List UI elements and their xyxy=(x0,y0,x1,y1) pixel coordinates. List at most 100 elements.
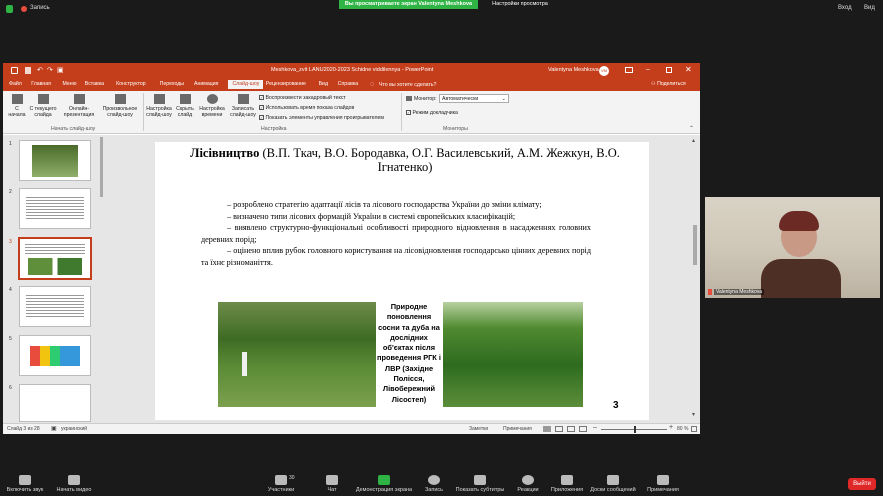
ribbon-tab[interactable]: Главная xyxy=(31,81,51,87)
participants-button[interactable]: 30 Участники xyxy=(263,475,299,493)
view-settings-button[interactable]: Настройки просмотра xyxy=(480,0,560,9)
participant-hair xyxy=(779,211,819,231)
notes-label: Примечания xyxy=(647,487,679,493)
slide-thumbnail[interactable] xyxy=(19,335,91,376)
ribbon-tab[interactable]: Переходы xyxy=(160,81,184,87)
minimize-icon[interactable]: – xyxy=(646,66,650,73)
timings-checkbox[interactable]: ✓ Использовать время показа слайдов xyxy=(259,105,354,111)
sharing-banner: Вы просматриваете экран Valentyna Meshko… xyxy=(339,0,478,9)
zoom-out-icon[interactable]: – xyxy=(593,424,597,431)
from-current-button[interactable]: С текущего слайда xyxy=(29,94,57,118)
enter-button[interactable]: Вход xyxy=(838,5,852,11)
autosave-icon[interactable] xyxy=(11,67,18,74)
ribbon-tab[interactable]: Конструктор xyxy=(116,81,146,87)
from-beginning-button[interactable]: С начала xyxy=(6,94,28,118)
notes-button[interactable]: Примечания xyxy=(644,475,682,493)
ribbon-tab[interactable]: Слайд-шоу xyxy=(228,80,264,89)
custom-show-icon xyxy=(114,94,126,104)
narration-checkbox[interactable]: ✓ Воспроизвести закадровый текст xyxy=(259,95,346,101)
whiteboard-button[interactable]: Доски сообщений xyxy=(588,475,638,493)
sorter-view-icon[interactable] xyxy=(555,426,563,432)
avatar[interactable]: VM xyxy=(599,66,609,76)
tell-me-input[interactable]: Что вы хотите сделать? xyxy=(379,82,436,88)
setup-show-button[interactable]: Настройка слайд-шоу xyxy=(145,94,173,118)
chat-button[interactable]: Чат xyxy=(320,475,344,493)
scroll-down-icon[interactable]: ▾ xyxy=(692,411,695,418)
online-presentation-button[interactable]: Онлайн-презентация xyxy=(61,94,97,118)
doc-title: Meshkova_zvit LANU2020-2023 Schidne vidd… xyxy=(271,67,434,73)
zoom-slider-thumb[interactable] xyxy=(634,426,636,433)
hide-slide-label: Скрыть слайд xyxy=(176,106,194,118)
maximize-icon[interactable] xyxy=(666,67,672,73)
presenter-view-checkbox[interactable]: ✓ Режим докладчика xyxy=(406,110,458,116)
reactions-button[interactable]: Реакции xyxy=(514,475,542,493)
start-show-icon[interactable]: ▣ xyxy=(57,66,64,74)
slide-title: Лісівництво (В.П. Ткач, В.О. Бородавка, … xyxy=(185,146,625,174)
participants-icon xyxy=(275,475,287,485)
redo-icon[interactable]: ↷ xyxy=(47,66,53,74)
bullet-item: – визначено типи лісових формацій Україн… xyxy=(227,211,516,221)
apps-button[interactable]: Приложения xyxy=(548,475,586,493)
fullscreen-button[interactable]: Вид xyxy=(864,5,875,11)
zoom-percent[interactable]: 80 % xyxy=(677,426,688,432)
scroll-up-icon[interactable]: ▴ xyxy=(692,137,695,144)
share-button[interactable]: ⚇ Поделиться xyxy=(651,81,686,87)
participants-count: 30 xyxy=(289,475,295,481)
chat-icon xyxy=(326,475,338,485)
zoom-toolbar: Включить звук Начать видео 30 Участники … xyxy=(0,471,883,496)
share-label: Демонстрация экрана xyxy=(355,487,413,493)
ribbon-tab[interactable]: Анимация xyxy=(194,81,218,87)
captions-button[interactable]: Показать субтитры xyxy=(454,475,506,493)
record-label[interactable]: Запись xyxy=(30,5,50,11)
collapse-ribbon-icon[interactable]: ⌃ xyxy=(689,125,694,132)
share-screen-button[interactable]: Демонстрация экрана xyxy=(352,475,416,493)
canvas-scrollbar[interactable] xyxy=(693,225,697,265)
monitor-select[interactable]: Автоматически ⌄ xyxy=(439,94,509,103)
record-show-button[interactable]: Записать слайд-шоу xyxy=(228,94,258,118)
ribbon-tab[interactable]: Вставка xyxy=(85,81,104,87)
record-button[interactable]: Запись xyxy=(420,475,448,493)
controls-label: Показать элементы управления проигрывате… xyxy=(265,115,384,121)
ribbon-tab[interactable]: Меню xyxy=(63,81,77,87)
reading-view-icon[interactable] xyxy=(567,426,575,432)
zoom-in-icon[interactable]: + xyxy=(669,424,673,431)
ribbon-tab[interactable]: Вид xyxy=(319,81,328,87)
slide-thumbnail[interactable] xyxy=(19,286,91,327)
leave-button[interactable]: Выйти xyxy=(848,478,876,490)
video-button[interactable]: Начать видео xyxy=(52,475,96,493)
ribbon-tab[interactable]: Рецензирование xyxy=(266,81,306,87)
ribbon-tab[interactable]: Справка xyxy=(338,81,358,87)
ribbon-display-icon[interactable] xyxy=(625,67,633,73)
close-icon[interactable]: ✕ xyxy=(685,65,692,74)
from-current-label: С текущего слайда xyxy=(29,106,57,118)
comments-button[interactable]: Примечания xyxy=(503,426,532,432)
notes-icon xyxy=(657,475,669,485)
slide-thumbnail[interactable] xyxy=(19,188,91,229)
record-show-label: Записать слайд-шоу xyxy=(230,106,256,118)
thumb-number: 2 xyxy=(9,189,12,195)
slide-thumbnail[interactable] xyxy=(19,384,91,422)
normal-view-icon[interactable] xyxy=(543,426,551,432)
save-icon[interactable] xyxy=(25,67,31,74)
checkbox-checked-icon: ✓ xyxy=(259,95,264,100)
notes-button[interactable]: Заметки xyxy=(469,426,488,432)
whiteboard-label: Доски сообщений xyxy=(590,487,636,493)
controls-checkbox[interactable]: ✓ Показать элементы управления проигрыва… xyxy=(259,115,384,121)
slide-thumbnail-active[interactable] xyxy=(18,237,92,280)
slide-canvas: Лісівництво (В.П. Ткач, В.О. Бородавка, … xyxy=(103,135,700,423)
participant-video[interactable]: Valentyna Meshkova xyxy=(705,197,880,298)
hide-slide-button[interactable]: Скрыть слайд xyxy=(174,94,196,118)
custom-show-button[interactable]: Произвольное слайд-шоу xyxy=(99,94,141,118)
fit-slide-icon[interactable] xyxy=(691,426,697,432)
slideshow-view-icon[interactable] xyxy=(579,426,587,432)
rehearse-timings-button[interactable]: Настройка времени xyxy=(198,94,226,118)
ribbon-tab[interactable]: Файл xyxy=(9,81,22,87)
shield-icon xyxy=(6,5,13,13)
language-label[interactable]: украинский xyxy=(61,426,87,432)
undo-icon[interactable]: ↶ xyxy=(37,66,43,74)
slide-thumbnail[interactable] xyxy=(19,140,91,181)
ppt-title-bar: ↶ ↷ ▣ Meshkova_zvit LANU2020-2023 Schidn… xyxy=(3,63,700,78)
thumbnails-pane: 1 2 3 4 5 6 xyxy=(3,135,103,423)
mute-button[interactable]: Включить звук xyxy=(3,475,47,493)
spell-check-icon[interactable]: ▣ xyxy=(51,425,57,432)
